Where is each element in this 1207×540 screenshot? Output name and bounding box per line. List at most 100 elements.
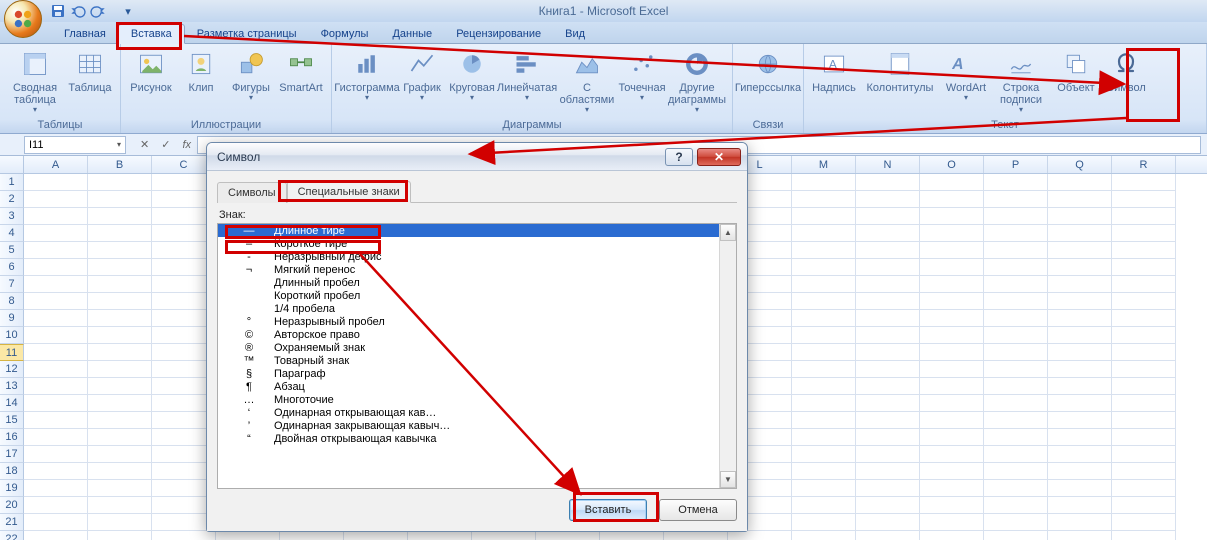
cell[interactable] (984, 497, 1048, 514)
cell[interactable] (1112, 259, 1176, 276)
cell[interactable] (792, 310, 856, 327)
column-header[interactable]: A (24, 156, 88, 173)
btn-picture[interactable]: Рисунок (127, 46, 175, 94)
cell[interactable] (1048, 242, 1112, 259)
cell[interactable] (88, 344, 152, 361)
column-header[interactable]: M (792, 156, 856, 173)
cancel-button[interactable]: Отмена (659, 499, 737, 521)
cell[interactable] (920, 327, 984, 344)
cell[interactable] (920, 497, 984, 514)
cell[interactable] (792, 259, 856, 276)
row-header[interactable]: 9 (0, 310, 24, 327)
cell[interactable] (88, 310, 152, 327)
tab-insert[interactable]: Вставка (118, 24, 185, 44)
row-header[interactable]: 19 (0, 480, 24, 497)
redo-icon[interactable] (90, 3, 106, 19)
cell[interactable] (984, 276, 1048, 293)
cell[interactable] (1048, 446, 1112, 463)
cell[interactable] (792, 174, 856, 191)
btn-object[interactable]: Объект (1052, 46, 1100, 94)
tab-page-layout[interactable]: Разметка страницы (185, 25, 309, 43)
cell[interactable] (1048, 378, 1112, 395)
cell[interactable] (984, 293, 1048, 310)
cancel-entry-icon[interactable]: ✕ (140, 138, 149, 151)
cell[interactable] (1112, 191, 1176, 208)
cell[interactable] (792, 412, 856, 429)
cell[interactable] (344, 531, 408, 540)
cell[interactable] (920, 429, 984, 446)
cell[interactable] (216, 531, 280, 540)
cell[interactable] (24, 463, 88, 480)
column-header[interactable]: Q (1048, 156, 1112, 173)
list-item[interactable]: –Короткое тире (218, 237, 719, 250)
cell[interactable] (984, 429, 1048, 446)
cell[interactable] (88, 463, 152, 480)
cell[interactable] (920, 463, 984, 480)
cell[interactable] (1112, 242, 1176, 259)
row-header[interactable]: 1 (0, 174, 24, 191)
cell[interactable] (728, 531, 792, 540)
cell[interactable] (984, 208, 1048, 225)
cell[interactable] (1048, 531, 1112, 540)
cell[interactable] (920, 191, 984, 208)
row-headers[interactable]: 12345678910111213141516171819202122 (0, 174, 24, 540)
cell[interactable] (984, 463, 1048, 480)
cell[interactable] (920, 395, 984, 412)
select-all-corner[interactable] (0, 156, 24, 174)
cell[interactable] (88, 531, 152, 540)
cell[interactable] (88, 497, 152, 514)
btn-table[interactable]: Таблица (66, 46, 114, 94)
cell[interactable] (920, 259, 984, 276)
list-item[interactable]: ’Одинарная закрывающая кавыч… (218, 419, 719, 432)
cell[interactable] (984, 259, 1048, 276)
cell[interactable] (1112, 429, 1176, 446)
cell[interactable] (792, 361, 856, 378)
row-header[interactable]: 11 (0, 344, 24, 361)
btn-headerfooter[interactable]: Колонтитулы (860, 46, 940, 94)
cell[interactable] (24, 174, 88, 191)
cell[interactable] (856, 395, 920, 412)
cell[interactable] (1048, 276, 1112, 293)
cell[interactable] (1048, 310, 1112, 327)
cell[interactable] (1112, 531, 1176, 540)
list-item[interactable]: …Многоточие (218, 393, 719, 406)
cell[interactable] (920, 276, 984, 293)
cell[interactable] (24, 276, 88, 293)
qat-dropdown-icon[interactable]: ▾ (120, 3, 136, 19)
cell[interactable] (984, 242, 1048, 259)
btn-wordart[interactable]: A WordArt▾ (942, 46, 990, 103)
cell[interactable] (152, 531, 216, 540)
list-item[interactable]: Короткий пробел (218, 289, 719, 302)
cell[interactable] (1112, 480, 1176, 497)
cell[interactable] (984, 446, 1048, 463)
btn-chart-line[interactable]: График▾ (398, 46, 446, 103)
row-header[interactable]: 17 (0, 446, 24, 463)
cell[interactable] (88, 242, 152, 259)
insert-button[interactable]: Вставить (569, 499, 647, 521)
cell[interactable] (920, 378, 984, 395)
list-item[interactable]: 1/4 пробела (218, 302, 719, 315)
cell[interactable] (792, 208, 856, 225)
cell[interactable] (1112, 344, 1176, 361)
btn-symbol[interactable]: Символ (1102, 46, 1150, 94)
cell[interactable] (88, 395, 152, 412)
cell[interactable] (920, 446, 984, 463)
cell[interactable] (1112, 293, 1176, 310)
cell[interactable] (1112, 395, 1176, 412)
cell[interactable] (792, 344, 856, 361)
tab-data[interactable]: Данные (380, 25, 444, 43)
cell[interactable] (920, 344, 984, 361)
cell[interactable] (792, 242, 856, 259)
cell[interactable] (984, 395, 1048, 412)
cell[interactable] (856, 225, 920, 242)
btn-clip[interactable]: Клип (177, 46, 225, 94)
cell[interactable] (88, 293, 152, 310)
cell[interactable] (88, 174, 152, 191)
cell[interactable] (1048, 412, 1112, 429)
btn-chart-scatter[interactable]: Точечная▾ (618, 46, 666, 103)
cell[interactable] (24, 378, 88, 395)
btn-chart-area[interactable]: С областями▾ (558, 46, 616, 115)
row-header[interactable]: 15 (0, 412, 24, 429)
cell[interactable] (536, 531, 600, 540)
cell[interactable] (24, 361, 88, 378)
